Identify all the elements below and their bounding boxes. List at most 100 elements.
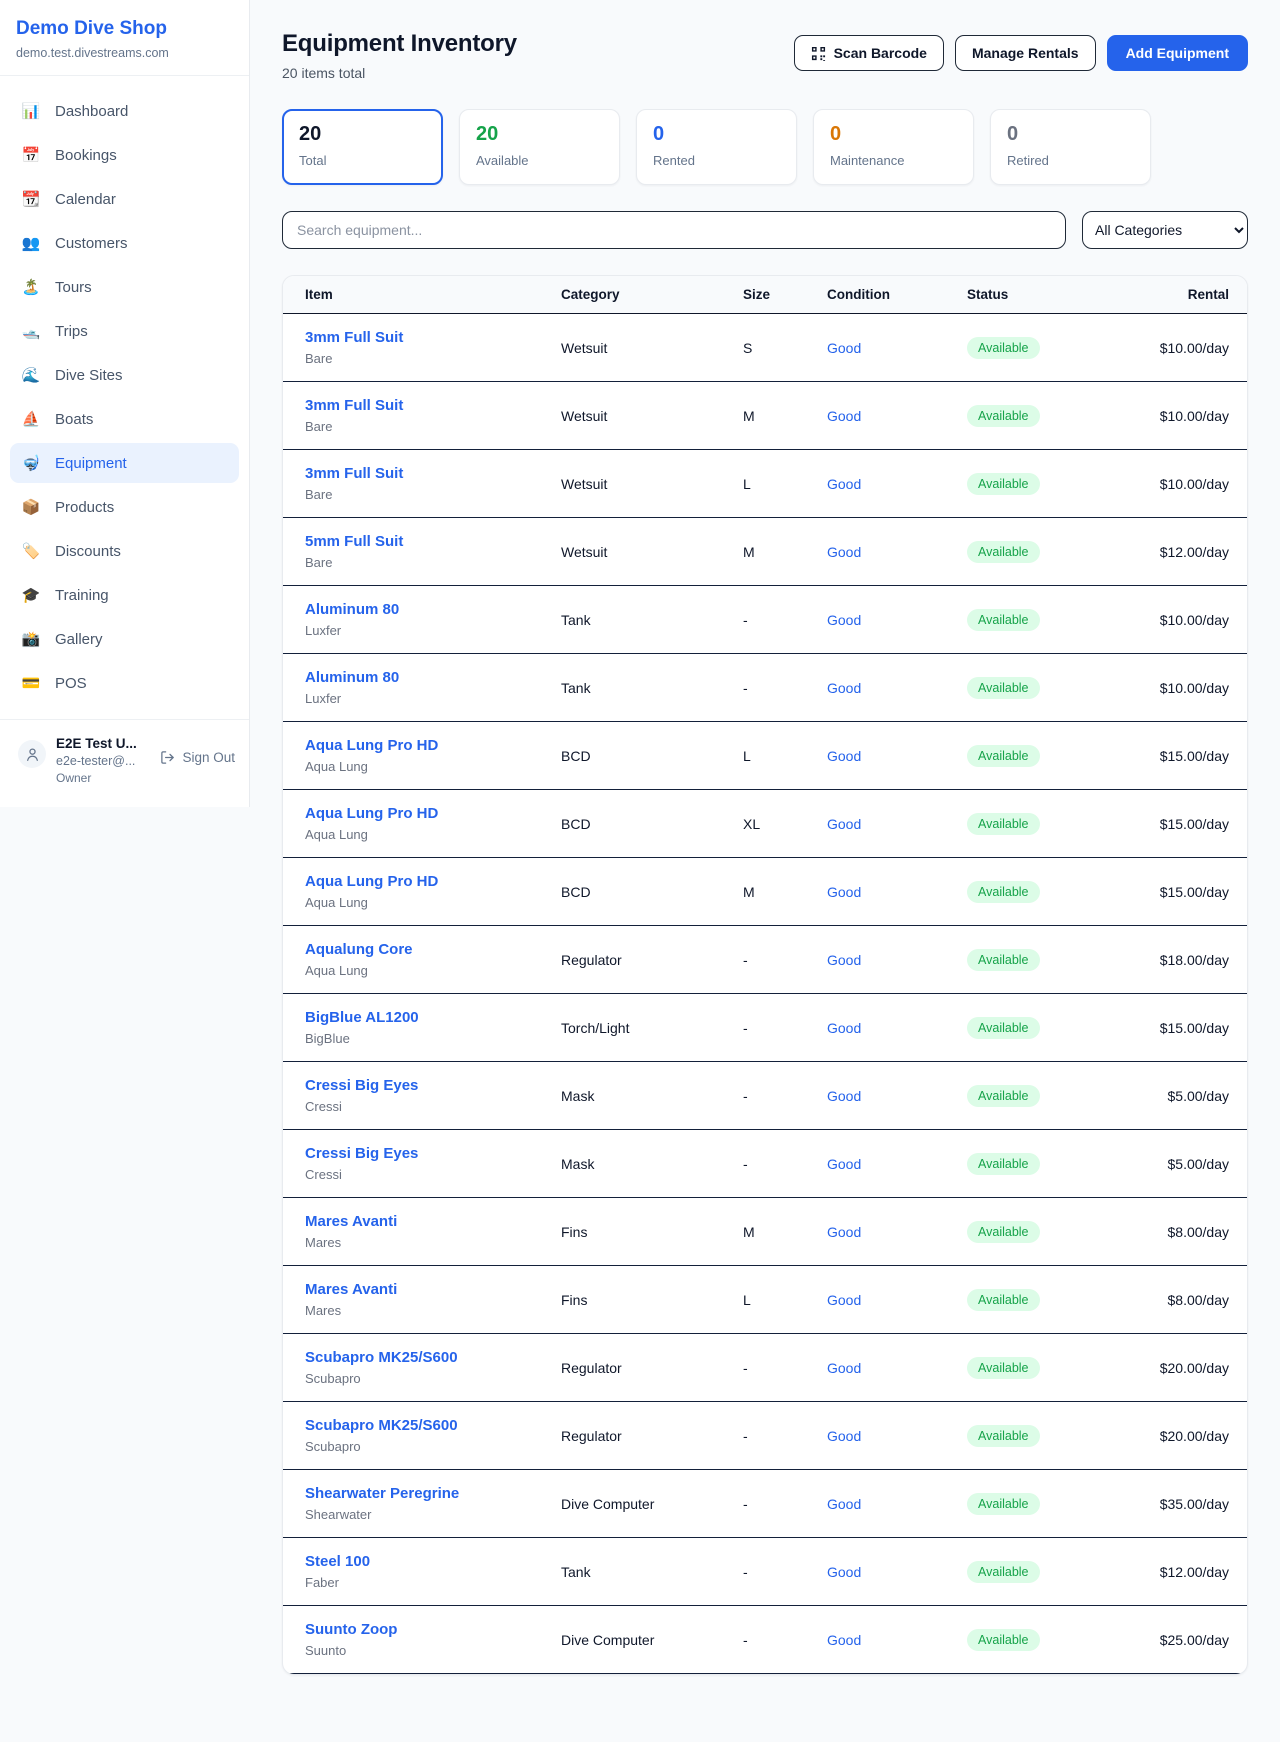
sidebar-item-dashboard[interactable]: 📊Dashboard [10, 91, 239, 131]
sidebar-item-pos[interactable]: 💳 POS [10, 663, 239, 703]
sidebar-item-bookings[interactable]: 📅Bookings [10, 135, 239, 175]
item-rental: $15.00/day [1119, 722, 1247, 790]
item-name-link[interactable]: Aluminum 80 [305, 669, 399, 686]
status-badge: Available [967, 337, 1040, 359]
sidebar-item-label: Training [55, 587, 109, 604]
sidebar-item-gallery[interactable]: 📸Gallery [10, 619, 239, 659]
status-badge: Available [967, 881, 1040, 903]
item-name-link[interactable]: Mares Avanti [305, 1281, 397, 1298]
condition-link[interactable]: Good [827, 1088, 861, 1104]
condition-link[interactable]: Good [827, 748, 861, 764]
item-size: - [743, 1470, 827, 1538]
item-name-link[interactable]: 3mm Full Suit [305, 397, 403, 414]
sidebar-item-calendar[interactable]: 📆Calendar [10, 179, 239, 219]
sidebar-item-trips[interactable]: 🛥️Trips [10, 311, 239, 351]
sidebar-item-discounts[interactable]: 🏷️Discounts [10, 531, 239, 571]
sidebar-item-equipment[interactable]: 🤿Equipment [10, 443, 239, 483]
item-category: Fins [561, 1198, 743, 1266]
status-badge: Available [967, 1493, 1040, 1515]
user-role: Owner [56, 771, 150, 785]
manage-rentals-label: Manage Rentals [972, 45, 1079, 61]
item-name-link[interactable]: 3mm Full Suit [305, 329, 403, 346]
condition-link[interactable]: Good [827, 1224, 861, 1240]
dive-sites-icon: 🌊 [20, 366, 42, 384]
condition-link[interactable]: Good [827, 544, 861, 560]
table-row: Aqua Lung Pro HDAqua LungBCDMGoodAvailab… [283, 858, 1247, 926]
item-name-link[interactable]: Aqua Lung Pro HD [305, 737, 438, 754]
condition-link[interactable]: Good [827, 1632, 861, 1648]
equipment-table: Item Category Size Condition Status Rent… [283, 276, 1247, 1674]
sidebar-item-training[interactable]: 🎓 Training [10, 575, 239, 615]
table-row: Cressi Big EyesCressiMask-GoodAvailable$… [283, 1130, 1247, 1198]
item-name-link[interactable]: Steel 100 [305, 1553, 370, 1570]
stat-card-maintenance[interactable]: 0Maintenance [813, 109, 974, 185]
item-name-link[interactable]: BigBlue AL1200 [305, 1009, 419, 1026]
condition-link[interactable]: Good [827, 1020, 861, 1036]
status-badge: Available [967, 813, 1040, 835]
item-name-link[interactable]: Aqua Lung Pro HD [305, 873, 438, 890]
sidebar-item-label: POS [55, 675, 87, 692]
condition-link[interactable]: Good [827, 952, 861, 968]
item-name-link[interactable]: 5mm Full Suit [305, 533, 403, 550]
status-badge: Available [967, 405, 1040, 427]
pos-icon: 💳 [20, 674, 42, 692]
table-row: 3mm Full SuitBareWetsuitMGoodAvailable$1… [283, 382, 1247, 450]
item-category: Wetsuit [561, 314, 743, 382]
condition-link[interactable]: Good [827, 1292, 861, 1308]
scan-barcode-button[interactable]: Scan Barcode [794, 35, 944, 71]
sidebar-item-dive-sites[interactable]: 🌊 Dive Sites [10, 355, 239, 395]
item-name-link[interactable]: Aqua Lung Pro HD [305, 805, 438, 822]
add-equipment-label: Add Equipment [1126, 45, 1229, 61]
sidebar-item-label: Dashboard [55, 103, 128, 120]
item-name-link[interactable]: Scubapro MK25/S600 [305, 1349, 458, 1366]
item-brand: Scubapro [305, 1439, 561, 1454]
condition-link[interactable]: Good [827, 680, 861, 696]
item-brand: Scubapro [305, 1371, 561, 1386]
condition-link[interactable]: Good [827, 884, 861, 900]
condition-link[interactable]: Good [827, 1496, 861, 1512]
stat-card-total[interactable]: 20Total [282, 109, 443, 185]
table-row: Mares AvantiMaresFinsLGoodAvailable$8.00… [283, 1266, 1247, 1334]
item-brand: Shearwater [305, 1507, 561, 1522]
item-name-link[interactable]: Suunto Zoop [305, 1621, 397, 1638]
item-rental: $8.00/day [1119, 1198, 1247, 1266]
sidebar-item-label: Dive Sites [55, 367, 123, 384]
condition-link[interactable]: Good [827, 408, 861, 424]
condition-link[interactable]: Good [827, 1360, 861, 1376]
sidebar-item-label: Products [55, 499, 114, 516]
item-size: - [743, 926, 827, 994]
sign-out-button[interactable]: Sign Out [160, 750, 235, 765]
item-name-link[interactable]: Scubapro MK25/S600 [305, 1417, 458, 1434]
item-name-link[interactable]: Shearwater Peregrine [305, 1485, 459, 1502]
sidebar-item-tours[interactable]: 🏝️Tours [10, 267, 239, 307]
item-rental: $12.00/day [1119, 518, 1247, 586]
item-name-link[interactable]: Aqualung Core [305, 941, 413, 958]
item-name-link[interactable]: Cressi Big Eyes [305, 1077, 418, 1094]
sidebar-item-customers[interactable]: 👥Customers [10, 223, 239, 263]
training-icon: 🎓 [20, 586, 42, 604]
sidebar-item-label: Tours [55, 279, 92, 296]
condition-link[interactable]: Good [827, 340, 861, 356]
sidebar-item-products[interactable]: 📦Products [10, 487, 239, 527]
search-input[interactable] [282, 211, 1066, 249]
user-name: E2E Test U... [56, 736, 150, 751]
condition-link[interactable]: Good [827, 612, 861, 628]
item-name-link[interactable]: Cressi Big Eyes [305, 1145, 418, 1162]
manage-rentals-button[interactable]: Manage Rentals [955, 35, 1096, 71]
condition-link[interactable]: Good [827, 1428, 861, 1444]
condition-link[interactable]: Good [827, 1564, 861, 1580]
add-equipment-button[interactable]: Add Equipment [1107, 35, 1248, 71]
item-size: - [743, 994, 827, 1062]
stat-card-rented[interactable]: 0Rented [636, 109, 797, 185]
condition-link[interactable]: Good [827, 1156, 861, 1172]
category-select[interactable]: All Categories [1082, 211, 1248, 249]
item-name-link[interactable]: Mares Avanti [305, 1213, 397, 1230]
condition-link[interactable]: Good [827, 816, 861, 832]
sidebar-item-boats[interactable]: ⛵Boats [10, 399, 239, 439]
brand-domain: demo.test.divestreams.com [16, 46, 233, 60]
item-name-link[interactable]: 3mm Full Suit [305, 465, 403, 482]
stat-card-retired[interactable]: 0Retired [990, 109, 1151, 185]
item-name-link[interactable]: Aluminum 80 [305, 601, 399, 618]
condition-link[interactable]: Good [827, 476, 861, 492]
stat-card-available[interactable]: 20Available [459, 109, 620, 185]
